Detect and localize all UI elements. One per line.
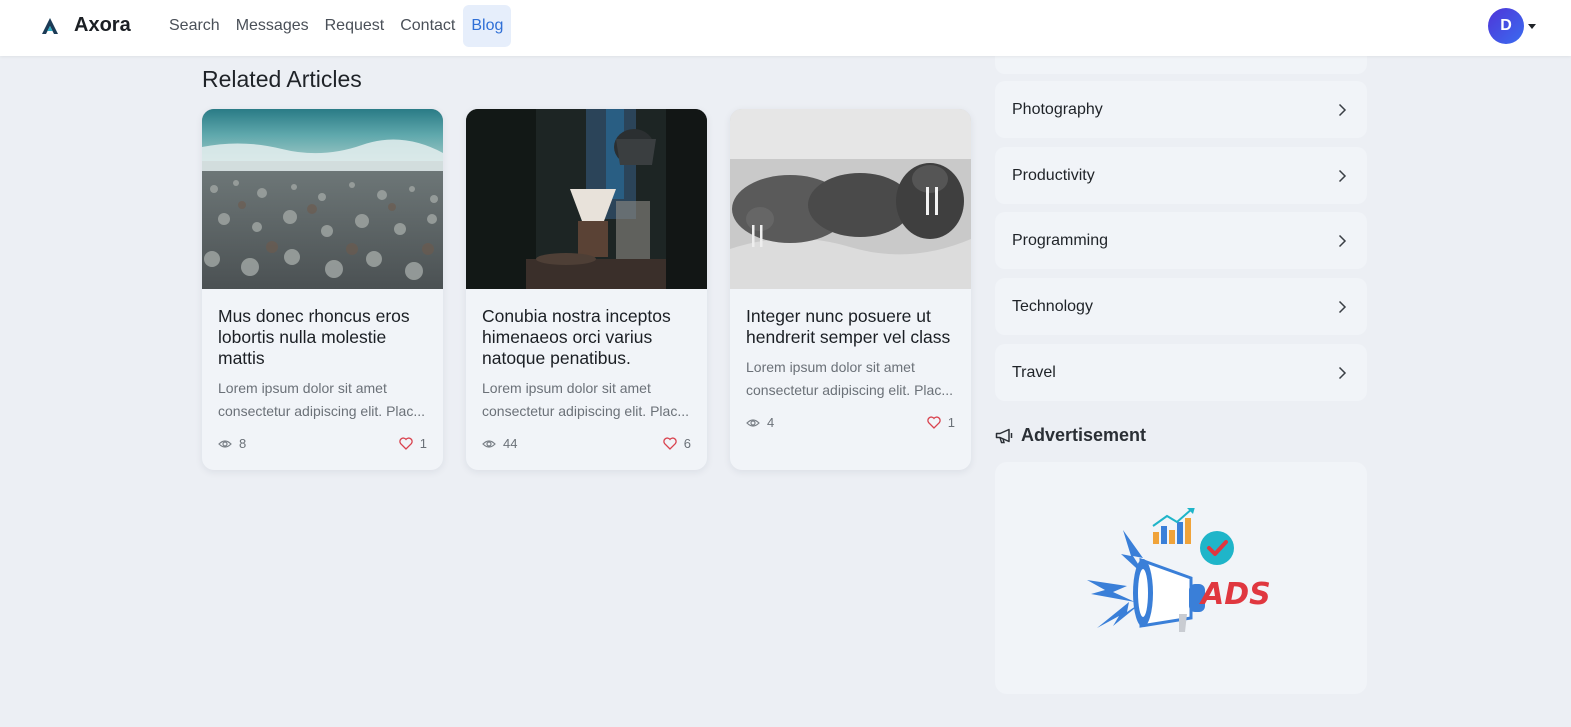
article-excerpt: Lorem ipsum dolor sit amet consectetur a… (746, 359, 953, 398)
ads-megaphone-illustration: ADS (1087, 508, 1271, 632)
megaphone-icon (995, 428, 1013, 443)
walrus-image (730, 109, 971, 289)
article-meta: 44 6 (482, 436, 691, 451)
brand-name: Axora (74, 14, 131, 36)
avatar: D (1488, 8, 1524, 44)
pebble-beach-image (202, 109, 443, 289)
article-excerpt: Lorem ipsum dolor sit amet consectetur a… (482, 380, 689, 419)
main-nav: Search Messages Request Contact Blog (161, 5, 512, 47)
views-value: 4 (767, 415, 775, 430)
caret-down-icon (1528, 23, 1536, 29)
article-card[interactable]: Conubia nostra inceptos himenaeos orci v… (466, 109, 707, 470)
top-navbar: Axora Search Messages Request Contact Bl… (0, 0, 1571, 56)
article-card[interactable]: Integer nunc posuere ut hendrerit semper… (730, 109, 971, 470)
chevron-right-icon (1338, 366, 1347, 379)
user-menu[interactable]: D (1488, 8, 1536, 44)
article-meta: 4 1 (746, 415, 955, 430)
article-meta: 8 1 (218, 436, 427, 451)
likes-value: 6 (683, 436, 691, 451)
category-label: Productivity (1012, 166, 1095, 184)
article-title[interactable]: Mus donec rhoncus eros lobortis nulla mo… (218, 306, 427, 369)
nav-messages[interactable]: Messages (228, 5, 317, 47)
eye-icon (482, 439, 496, 448)
category-item-programming[interactable]: Programming (995, 212, 1367, 269)
nav-contact[interactable]: Contact (392, 5, 463, 47)
advertisement-label: Advertisement (1021, 425, 1147, 445)
chevron-right-icon (1338, 103, 1347, 116)
axora-logo-icon (42, 17, 58, 34)
views-count: 8 (218, 436, 246, 451)
category-label: Programming (1012, 231, 1109, 249)
eye-icon (218, 439, 232, 448)
category-label: Photography (1012, 100, 1103, 118)
nav-blog[interactable]: Blog (463, 5, 512, 47)
category-item-photography[interactable]: Photography (995, 81, 1367, 138)
likes-value: 1 (947, 415, 955, 430)
chevron-right-icon (1338, 234, 1347, 247)
views-count: 4 (746, 415, 774, 430)
article-excerpt: Lorem ipsum dolor sit amet consectetur a… (218, 380, 425, 419)
nav-search[interactable]: Search (161, 5, 228, 47)
advertisement-banner[interactable]: ADS (995, 462, 1367, 694)
related-articles-title: Related Articles (202, 66, 362, 92)
views-value: 44 (503, 436, 518, 451)
article-title[interactable]: Integer nunc posuere ut hendrerit semper… (746, 306, 955, 348)
article-title[interactable]: Conubia nostra inceptos himenaeos orci v… (482, 306, 691, 369)
advertisement-heading: Advertisement (995, 425, 1146, 446)
chevron-right-icon (1338, 300, 1347, 313)
category-item-productivity[interactable]: Productivity (995, 147, 1367, 204)
category-label: Travel (1012, 363, 1056, 381)
coffee-pour-over-image (466, 109, 707, 289)
likes-value: 1 (419, 436, 427, 451)
like-button[interactable]: 1 (927, 415, 955, 430)
views-value: 8 (239, 436, 247, 451)
heart-icon (663, 437, 677, 450)
brand[interactable]: Axora (40, 14, 131, 37)
category-item-technology[interactable]: Technology (995, 278, 1367, 335)
category-label: Technology (1012, 297, 1093, 315)
heart-icon (399, 437, 413, 450)
like-button[interactable]: 1 (399, 436, 427, 451)
like-button[interactable]: 6 (663, 436, 691, 451)
chevron-right-icon (1338, 169, 1347, 182)
article-card[interactable]: Mus donec rhoncus eros lobortis nulla mo… (202, 109, 443, 470)
category-item-travel[interactable]: Travel (995, 344, 1367, 401)
eye-icon (746, 418, 760, 427)
views-count: 44 (482, 436, 517, 451)
nav-request[interactable]: Request (317, 5, 393, 47)
ads-text: ADS (1199, 577, 1271, 612)
heart-icon (927, 416, 941, 429)
